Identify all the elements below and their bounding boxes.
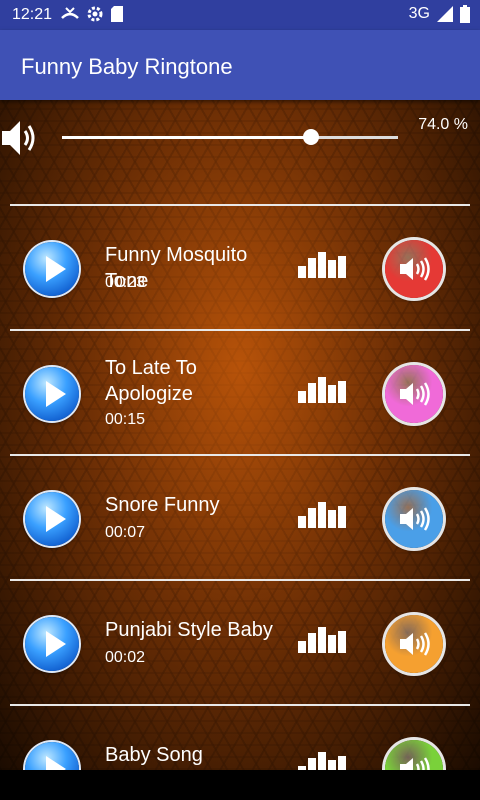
- ringtone-row[interactable]: Snore Funny 00:07: [0, 454, 480, 579]
- speaker-icon: [400, 757, 430, 770]
- ringtone-list[interactable]: 74.0 % Funny Mosquito Tone 00:23 To Late T…: [0, 100, 480, 770]
- speaker-icon: [400, 632, 430, 656]
- settings-gear-icon: [87, 6, 103, 22]
- set-ringtone-button[interactable]: [385, 490, 443, 548]
- equalizer-icon: [298, 502, 348, 528]
- app-bar: Funny Baby Ringtone: [0, 30, 480, 100]
- ringtone-name: Baby Song: [105, 744, 203, 766]
- ringtone-name: To Late To Apologize: [105, 357, 197, 405]
- volume-percent: 74.0 %: [418, 116, 468, 133]
- equalizer-bar: [298, 516, 306, 528]
- status-bar: 12:21 3G: [0, 0, 480, 30]
- signal-icon: [437, 6, 453, 22]
- navigation-bar: [0, 770, 480, 800]
- ringtone-row[interactable]: To Late To Apologize 00:15: [0, 329, 480, 454]
- play-icon[interactable]: [25, 742, 79, 770]
- battery-icon: [460, 5, 470, 23]
- equalizer-bar: [318, 627, 326, 653]
- volume-slider[interactable]: [62, 129, 398, 145]
- equalizer-icon: [298, 752, 348, 770]
- equalizer-bar: [328, 635, 336, 653]
- ringtone-row[interactable]: Baby Song: [0, 704, 480, 770]
- equalizer-bar: [298, 641, 306, 653]
- equalizer-bar: [338, 256, 346, 278]
- equalizer-icon: [298, 627, 348, 653]
- play-icon[interactable]: [25, 617, 79, 671]
- equalizer-bar: [308, 758, 316, 770]
- equalizer-icon: [298, 377, 348, 403]
- equalizer-bar: [308, 633, 316, 653]
- play-icon[interactable]: [25, 492, 79, 546]
- equalizer-bar: [318, 752, 326, 770]
- equalizer-bar: [308, 383, 316, 403]
- set-ringtone-button[interactable]: [385, 240, 443, 298]
- ringtone-duration: 00:02: [105, 649, 146, 666]
- equalizer-bar: [318, 502, 326, 528]
- volume-slider-fill: [62, 136, 311, 139]
- equalizer-icon: [298, 252, 348, 278]
- ringtone-duration: 00:23: [105, 274, 146, 291]
- equalizer-bar: [338, 381, 346, 403]
- equalizer-bar: [338, 756, 346, 770]
- ringtone-duration: 00:07: [105, 524, 146, 541]
- ringtone-name: Punjabi Style Baby: [105, 619, 273, 641]
- row-divider: [10, 579, 470, 581]
- ringtone-row[interactable]: Punjabi Style Baby 00:02: [0, 579, 480, 704]
- app-title: Funny Baby Ringtone: [21, 54, 233, 79]
- status-time: 12:21: [12, 6, 53, 23]
- equalizer-bar: [328, 385, 336, 403]
- equalizer-bar: [328, 760, 336, 770]
- speaker-icon: [400, 507, 430, 531]
- network-type: 3G: [408, 5, 430, 22]
- set-ringtone-button[interactable]: [385, 740, 443, 770]
- equalizer-bar: [318, 252, 326, 278]
- row-divider: [10, 454, 470, 456]
- row-divider: [10, 329, 470, 331]
- equalizer-bar: [338, 631, 346, 653]
- equalizer-bar: [308, 508, 316, 528]
- row-divider: [10, 204, 470, 206]
- ringtone-row[interactable]: Funny Mosquito Tone 00:23: [0, 204, 480, 329]
- play-icon[interactable]: [25, 367, 79, 421]
- set-ringtone-button[interactable]: [385, 615, 443, 673]
- row-divider: [10, 704, 470, 706]
- equalizer-bar: [298, 391, 306, 403]
- ringtone-duration: 00:15: [105, 411, 146, 428]
- volume-speaker-icon[interactable]: [0, 116, 40, 160]
- equalizer-bar: [298, 266, 306, 278]
- missed-call-icon: [61, 7, 79, 19]
- speaker-icon: [400, 382, 430, 406]
- equalizer-bar: [308, 258, 316, 278]
- ringtone-name: Snore Funny: [105, 494, 220, 516]
- equalizer-bar: [328, 260, 336, 278]
- play-icon[interactable]: [25, 242, 79, 296]
- equalizer-bar: [328, 510, 336, 528]
- speaker-icon: [400, 257, 430, 281]
- set-ringtone-button[interactable]: [385, 365, 443, 423]
- sd-card-icon: [111, 6, 123, 22]
- equalizer-bar: [318, 377, 326, 403]
- equalizer-bar: [338, 506, 346, 528]
- volume-slider-thumb[interactable]: [302, 129, 319, 145]
